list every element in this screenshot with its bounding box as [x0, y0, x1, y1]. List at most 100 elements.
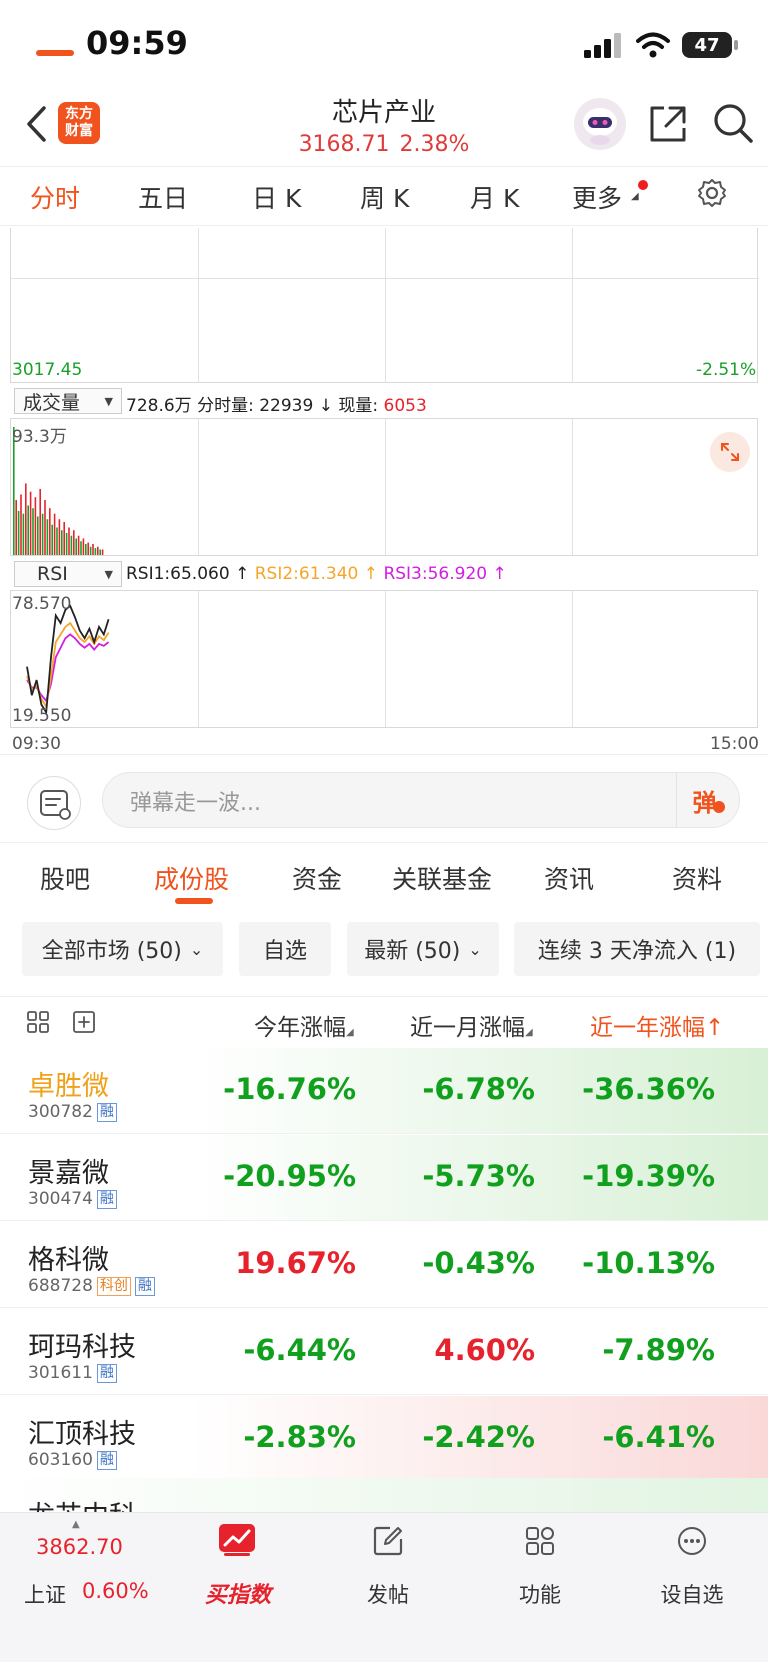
stock-name: 汇顶科技: [28, 1419, 136, 1450]
tab-daily-k[interactable]: 日 K: [252, 179, 301, 215]
tab-monthly-k[interactable]: 月 K: [470, 179, 519, 215]
volume-bar: [15, 499, 17, 555]
volume-bar: [75, 538, 77, 555]
market-filter[interactable]: 全部市场 (50) ⌄: [22, 922, 223, 976]
stock-code: 300474: [28, 1189, 93, 1209]
stock-code-line: 688728 科创融: [28, 1276, 155, 1296]
search-icon[interactable]: [712, 102, 754, 144]
volume-bar: [34, 497, 37, 555]
sh-index-name[interactable]: 上证: [24, 1579, 66, 1609]
expand-icon: [721, 443, 739, 461]
col-ytd-label: 今年涨幅: [254, 1015, 346, 1041]
tab-profile[interactable]: 资料: [672, 860, 722, 896]
stock-name: 卓胜微: [28, 1071, 109, 1102]
margin-badge: 融: [96, 1363, 117, 1383]
danmaku-send-button[interactable]: 弹: [676, 772, 740, 828]
tab-funds-flow[interactable]: 资金: [292, 860, 342, 896]
col-1y-header[interactable]: 近一年涨幅↑: [590, 1008, 724, 1042]
volume-bar: [44, 499, 46, 555]
volume-bar: [22, 513, 25, 555]
time-start-label: 09:30: [12, 734, 61, 754]
volume-bar: [41, 513, 44, 555]
tab-five-day[interactable]: 五日: [138, 179, 188, 215]
volume-selector-label: 成交量: [23, 391, 81, 414]
volume-bar: [27, 505, 29, 555]
volume-bar: [97, 546, 99, 555]
more-triangle-icon: ◢: [631, 191, 639, 202]
volume-bar: [32, 508, 34, 555]
danmaku-badge-icon: [712, 801, 725, 813]
sh-index-value[interactable]: 3862.70: [36, 1535, 123, 1559]
table-row[interactable]: 珂玛科技 301611 融 -6.44% 4.60% -7.89%: [0, 1309, 768, 1395]
grid-view-icon[interactable]: [26, 1010, 50, 1034]
status-icons: 47: [584, 30, 738, 60]
dropdown-arrow-icon: ▼: [104, 394, 113, 408]
tab-related-funds[interactable]: 关联基金: [392, 860, 492, 896]
tab-intraday[interactable]: 分时: [30, 179, 80, 215]
notification-dot: [638, 180, 648, 190]
rsi-max-label: 78.570: [12, 594, 72, 614]
margin-badge: 融: [96, 1189, 117, 1209]
price-chart[interactable]: [10, 228, 759, 383]
volume-bar: [89, 546, 92, 555]
buy-index-label[interactable]: 买指数: [196, 1577, 280, 1609]
settings-gear-icon[interactable]: [696, 177, 728, 209]
cell-y1: -10.13%: [582, 1246, 715, 1280]
cell-y1: -36.36%: [582, 1072, 715, 1106]
table-row[interactable]: 格科微 688728 科创融 19.67% -0.43% -10.13%: [0, 1222, 768, 1308]
danmaku-settings-button[interactable]: [27, 776, 81, 830]
rsi-selector-label: RSI: [37, 563, 68, 585]
cell-ytd: -16.76%: [223, 1072, 356, 1106]
latest-filter-label: 最新 (50): [364, 939, 461, 964]
add-to-watchlist-icon[interactable]: [676, 1525, 708, 1557]
stock-name: 格科微: [28, 1245, 109, 1276]
share-icon[interactable]: [648, 104, 688, 144]
functions-label[interactable]: 功能: [500, 1579, 580, 1609]
add-column-icon[interactable]: [72, 1010, 96, 1034]
volume-bar: [101, 549, 104, 555]
rsi2-arrow: ↑: [363, 564, 379, 584]
table-row[interactable]: 卓胜微 300782 融 -16.76% -6.78% -36.36%: [0, 1048, 768, 1134]
table-row[interactable]: 景嘉微 300474 融 -20.95% -5.73% -19.39%: [0, 1135, 768, 1221]
tab-news[interactable]: 资讯: [544, 860, 594, 896]
volume-bar: [37, 516, 39, 555]
volume-bar: [63, 521, 65, 555]
ai-assistant-icon[interactable]: [574, 98, 626, 150]
stock-code: 688728: [28, 1276, 93, 1296]
volume-bar: [80, 541, 82, 555]
table-row[interactable]: 汇顶科技 603160 融 -2.83% -2.42% -6.41%: [0, 1396, 768, 1482]
rsi3-arrow: ↑: [492, 564, 507, 584]
table-row-partial[interactable]: 龙芯中科: [0, 1478, 768, 1512]
margin-badge: 融: [134, 1276, 155, 1296]
rsi1-line: [26, 604, 110, 715]
buy-index-icon[interactable]: [218, 1523, 256, 1557]
add-watchlist-label[interactable]: 设自选: [648, 1579, 736, 1609]
volume-bar: [46, 519, 49, 555]
tab-active-underline: [175, 898, 213, 904]
cell-m1: 4.60%: [434, 1333, 535, 1367]
rsi-selector[interactable]: RSI ▼: [14, 561, 122, 587]
volume-bar: [68, 527, 70, 555]
col-1m-header[interactable]: 近一月涨幅◢: [410, 1008, 533, 1042]
sh-index-change[interactable]: 0.60%: [82, 1579, 149, 1603]
watchlist-filter[interactable]: 自选: [239, 922, 331, 976]
volume-chart[interactable]: [10, 418, 758, 556]
col-ytd-header[interactable]: 今年涨幅◢: [254, 1008, 354, 1042]
stock-code-line: 300782 融: [28, 1102, 117, 1122]
post-label[interactable]: 发帖: [348, 1579, 428, 1609]
volume-total: 728.6万: [126, 396, 192, 416]
tab-forum[interactable]: 股吧: [40, 860, 90, 896]
volume-selector[interactable]: 成交量 ▼: [14, 388, 122, 414]
tab-weekly-k[interactable]: 周 K: [360, 179, 409, 215]
tab-constituents[interactable]: 成份股: [154, 860, 229, 896]
volume-max-label: 93.3万: [12, 427, 67, 447]
latest-filter[interactable]: 最新 (50) ⌄: [347, 922, 499, 976]
rsi-chart[interactable]: [10, 590, 758, 728]
functions-icon[interactable]: [524, 1525, 556, 1557]
compose-post-icon[interactable]: [372, 1525, 404, 1557]
inflow-filter[interactable]: 连续 3 天净流入 (1): [514, 922, 760, 976]
cell-ytd: -20.95%: [223, 1159, 356, 1193]
expand-chart-button[interactable]: [710, 432, 750, 472]
stock-code-line: 301611 融: [28, 1363, 117, 1383]
tab-more[interactable]: 更多: [572, 179, 622, 215]
